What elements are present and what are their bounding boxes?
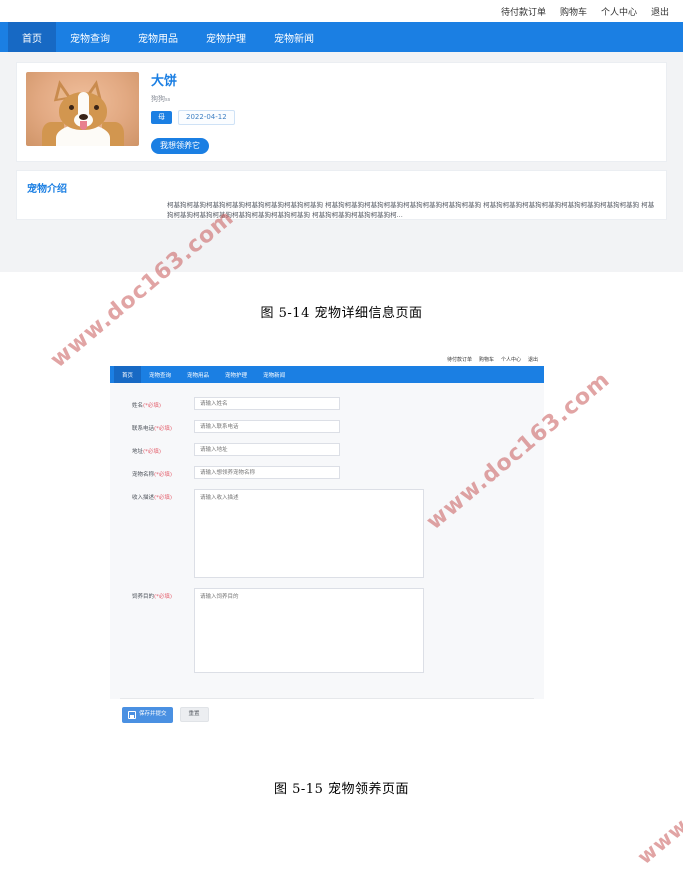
figure2-caption: 图 5-15 宠物领养页面 <box>274 782 409 797</box>
input-phone[interactable] <box>194 420 340 433</box>
form-row-pet-name: 宠物名称(*必填) <box>110 466 544 479</box>
label-pet-name-required: (*必填) <box>154 472 173 478</box>
input-address[interactable] <box>194 443 340 456</box>
pet-intro-card: 宠物介绍 柯基狗柯基狗柯基狗柯基狗柯基狗柯基狗柯基狗柯基狗 柯基狗柯基狗柯基狗柯… <box>16 170 667 220</box>
pet-kind-sub: ss <box>165 96 171 103</box>
figure1-screenshot: 待付款订单 购物车 个人中心 退出 首页 宠物查询 宠物用品 宠物护理 宠物新闻 <box>0 0 683 272</box>
pet-intro-title: 宠物介绍 <box>27 184 67 195</box>
floppy-disk-icon <box>128 710 136 719</box>
form-row-phone: 联系电话(*必填) <box>110 420 544 433</box>
top-link-shopping-cart[interactable]: 购物车 <box>479 356 494 363</box>
label-purpose-required: (*必填) <box>154 594 173 600</box>
label-income-text: 收入描述 <box>132 495 155 501</box>
nav-item-pet-search[interactable]: 宠物查询 <box>141 366 179 383</box>
label-name-required: (*必填) <box>143 403 162 409</box>
pet-kind: 狗狗ss <box>151 94 657 104</box>
label-purpose-text: 饲养目的 <box>132 594 155 600</box>
label-name: 姓名(*必填) <box>132 397 194 409</box>
nav-item-home[interactable]: 首页 <box>8 22 56 52</box>
corgi-tongue <box>80 121 87 130</box>
textarea-purpose[interactable] <box>194 588 424 673</box>
nav-item-pet-supplies[interactable]: 宠物用品 <box>179 366 217 383</box>
top-link-logout[interactable]: 退出 <box>651 5 669 18</box>
nav-item-pet-care[interactable]: 宠物护理 <box>217 366 255 383</box>
label-address-required: (*必填) <box>143 449 162 455</box>
pet-gender-badge: 母 <box>151 110 172 124</box>
label-phone-text: 联系电话 <box>132 426 155 432</box>
form-action-bar: 保存并提交 重置 <box>110 699 544 730</box>
label-purpose: 饲养目的(*必填) <box>132 588 194 600</box>
pet-photo <box>26 72 139 146</box>
figure2-screenshot: 待付款订单 购物车 个人中心 退出 首页 宠物查询 宠物用品 宠物护理 宠物新闻… <box>110 352 544 730</box>
figure1-main-nav: 首页 宠物查询 宠物用品 宠物护理 宠物新闻 <box>0 22 683 52</box>
top-link-logout[interactable]: 退出 <box>528 356 538 363</box>
label-pet-name: 宠物名称(*必填) <box>132 466 194 478</box>
form-row-income: 收入描述(*必填) <box>110 489 544 578</box>
document-page: 待付款订单 购物车 个人中心 退出 首页 宠物查询 宠物用品 宠物护理 宠物新闻 <box>0 0 683 869</box>
top-link-pending-orders[interactable]: 待付款订单 <box>447 356 472 363</box>
figure2-main-nav: 首页 宠物查询 宠物用品 宠物护理 宠物新闻 <box>110 366 544 383</box>
form-row-name: 姓名(*必填) <box>110 397 544 410</box>
label-address: 地址(*必填) <box>132 443 194 455</box>
form-footer-divider <box>120 698 534 699</box>
corgi-nose <box>79 114 88 120</box>
form-row-purpose: 饲养目的(*必填) <box>110 588 544 673</box>
label-address-text: 地址 <box>132 449 144 455</box>
top-link-user-center[interactable]: 个人中心 <box>501 356 521 363</box>
pet-info-block: 大饼 狗狗ss 母 2022-04-12 我想领养它 <box>151 72 657 154</box>
pet-tag-row: 母 2022-04-12 <box>151 109 657 125</box>
label-name-text: 姓名 <box>132 403 144 409</box>
pet-name: 大饼 <box>151 74 178 89</box>
input-pet-name[interactable] <box>194 466 340 479</box>
nav-item-pet-news[interactable]: 宠物新闻 <box>260 22 328 52</box>
nav-item-home[interactable]: 首页 <box>114 366 142 383</box>
pet-birthdate-badge: 2022-04-12 <box>178 109 235 125</box>
figure1-caption: 图 5-14 宠物详细信息页面 <box>260 306 423 321</box>
nav-item-pet-news[interactable]: 宠物新闻 <box>255 366 293 383</box>
save-and-submit-button[interactable]: 保存并提交 <box>122 706 173 723</box>
label-income-required: (*必填) <box>154 495 173 501</box>
save-and-submit-label: 保存并提交 <box>139 710 167 717</box>
label-income: 收入描述(*必填) <box>132 489 194 501</box>
top-link-pending-orders[interactable]: 待付款订单 <box>501 5 546 18</box>
form-row-address: 地址(*必填) <box>110 443 544 456</box>
pet-kind-label: 狗狗 <box>151 94 165 103</box>
figure1-content-stage: 大饼 狗狗ss 母 2022-04-12 我想领养它 宠物介绍 柯基狗柯基狗柯基… <box>0 52 683 272</box>
reset-button[interactable]: 重置 <box>179 706 209 723</box>
pet-detail-card: 大饼 狗狗ss 母 2022-04-12 我想领养它 <box>16 62 667 162</box>
nav-item-pet-supplies[interactable]: 宠物用品 <box>124 22 192 52</box>
label-phone-required: (*必填) <box>154 426 173 432</box>
textarea-income[interactable] <box>194 489 424 578</box>
label-pet-name-text: 宠物名称 <box>132 472 155 478</box>
corgi-eye-left <box>69 105 74 110</box>
nav-item-pet-care[interactable]: 宠物护理 <box>192 22 260 52</box>
label-phone: 联系电话(*必填) <box>132 420 194 432</box>
input-name[interactable] <box>194 397 340 410</box>
top-link-user-center[interactable]: 个人中心 <box>601 5 637 18</box>
pet-intro-body: 柯基狗柯基狗柯基狗柯基狗柯基狗柯基狗柯基狗柯基狗 柯基狗柯基狗柯基狗柯基狗柯基狗… <box>167 201 655 220</box>
figure1-top-utility-bar: 待付款订单 购物车 个人中心 退出 <box>0 0 683 22</box>
adoption-form: 姓名(*必填) 联系电话(*必填) 地址(*必填) 宠物名称(*必填) <box>110 383 544 699</box>
adopt-button[interactable]: 我想领养它 <box>151 137 209 154</box>
figure2-top-utility-bar: 待付款订单 购物车 个人中心 退出 <box>110 352 544 366</box>
corgi-illustration <box>26 72 139 146</box>
nav-item-pet-search[interactable]: 宠物查询 <box>56 22 124 52</box>
top-link-shopping-cart[interactable]: 购物车 <box>560 5 587 18</box>
corgi-eye-right <box>94 105 99 110</box>
